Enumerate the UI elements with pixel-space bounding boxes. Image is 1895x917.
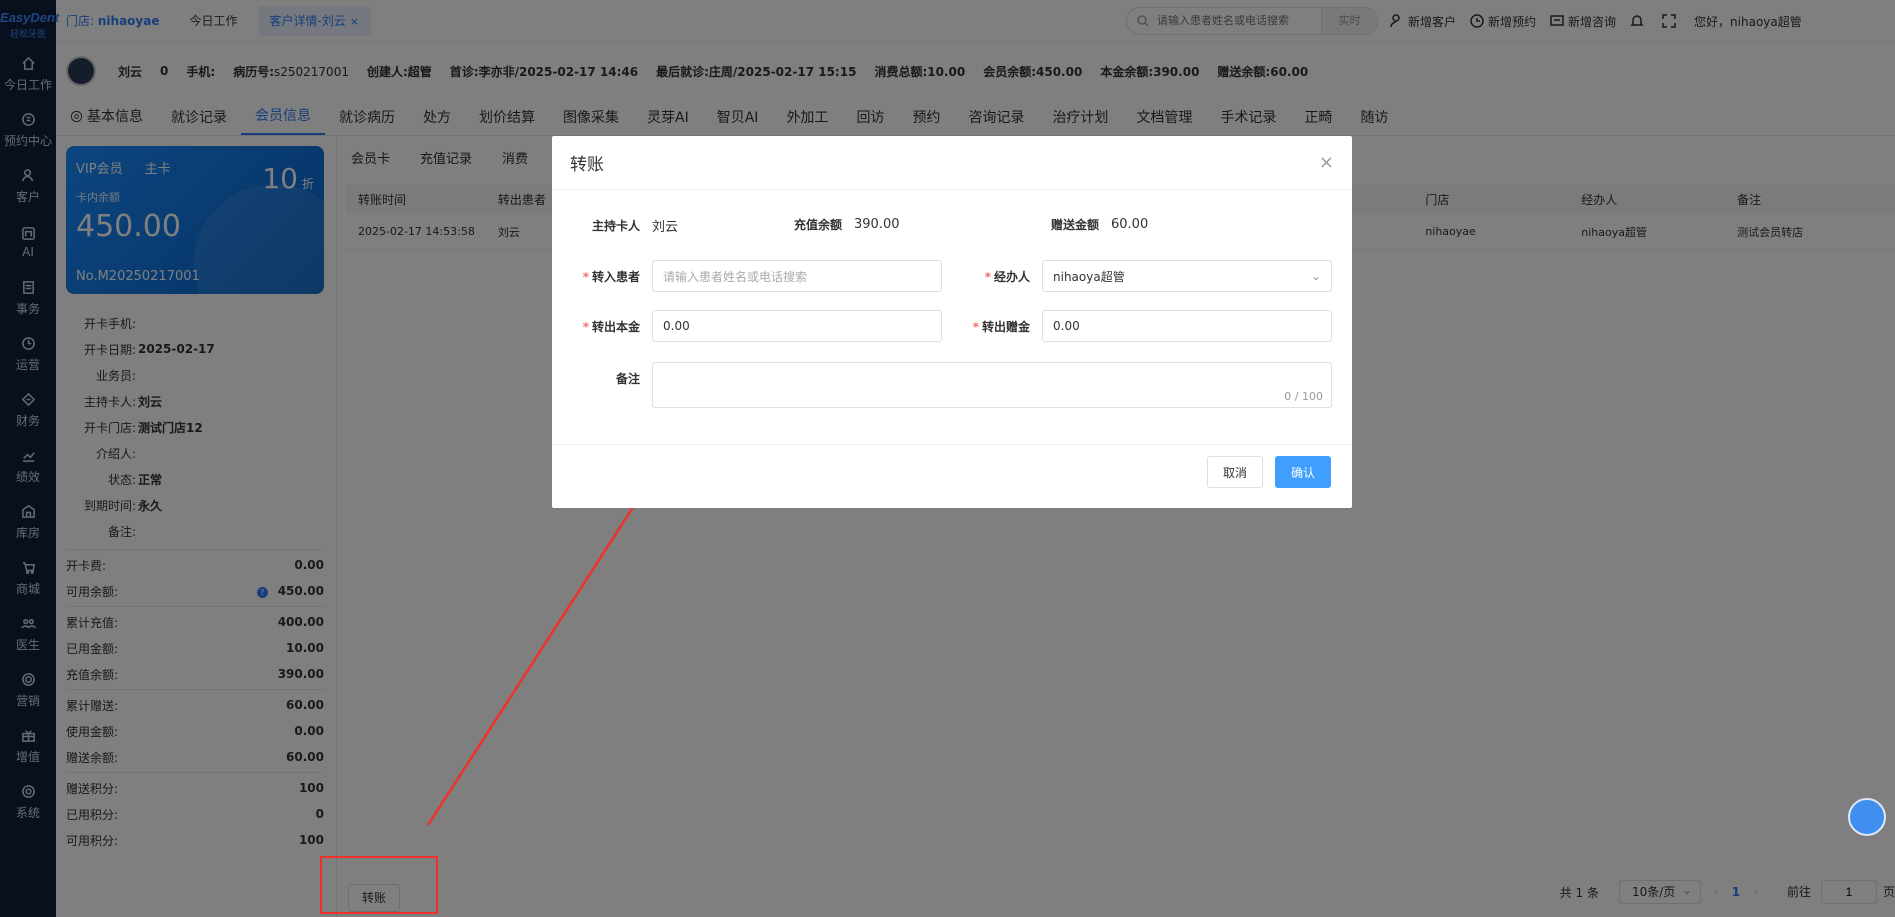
recharge-label: 充值余额 xyxy=(793,218,842,232)
support-avatar-icon[interactable] xyxy=(1848,798,1886,836)
transfer-dialog: 转账 × 主持卡人 刘云 充值余额 390.00 赠送金额 60.00 * 转入患… xyxy=(552,136,1352,508)
holder-value: 刘云 xyxy=(652,220,679,235)
close-icon[interactable]: × xyxy=(1319,152,1334,173)
annotation-highlight-box xyxy=(320,856,438,914)
gift-out-label: * 转出赠金 xyxy=(972,319,1030,334)
cancel-button[interactable]: 取消 xyxy=(1207,456,1263,488)
dialog-title: 转账 xyxy=(570,155,604,175)
to-patient-input[interactable]: 请输入患者姓名或电话搜索 xyxy=(652,260,942,292)
principal-label: * 转出本金 xyxy=(582,319,640,334)
remark-row: 备注 xyxy=(552,370,640,387)
remark-counter: 0 / 100 xyxy=(1284,390,1323,403)
recharge-value: 390.00 xyxy=(854,217,900,232)
remark-label: 备注 xyxy=(615,372,640,386)
confirm-button[interactable]: 确认 xyxy=(1275,456,1331,488)
gift-out-row: * 转出赠金 0.00 xyxy=(942,310,1332,342)
handler-row: * 经办人 nihaoya超管 ⌄ xyxy=(942,260,1332,292)
handler-label: * 经办人 xyxy=(984,269,1030,284)
holder-label: 主持卡人 xyxy=(591,219,640,233)
to-patient-label: * 转入患者 xyxy=(582,269,640,284)
chevron-down-icon: ⌄ xyxy=(1310,269,1321,283)
gift-out-input[interactable]: 0.00 xyxy=(1042,310,1332,342)
gift-row: 赠送金额 60.00 xyxy=(1049,216,1148,233)
gift-value: 60.00 xyxy=(1111,217,1149,232)
recharge-row: 充值余额 390.00 xyxy=(792,216,900,233)
principal-input[interactable]: 0.00 xyxy=(652,310,942,342)
to-patient-row: * 转入患者 请输入患者姓名或电话搜索 xyxy=(552,260,942,292)
gift-label: 赠送金额 xyxy=(1050,218,1099,232)
remark-textarea[interactable]: 0 / 100 xyxy=(652,362,1332,408)
holder-row: 主持卡人 刘云 xyxy=(552,216,678,235)
handler-select[interactable]: nihaoya超管 ⌄ xyxy=(1042,260,1332,292)
principal-row: * 转出本金 0.00 xyxy=(552,310,942,342)
dialog-header: 转账 × xyxy=(552,136,1352,190)
